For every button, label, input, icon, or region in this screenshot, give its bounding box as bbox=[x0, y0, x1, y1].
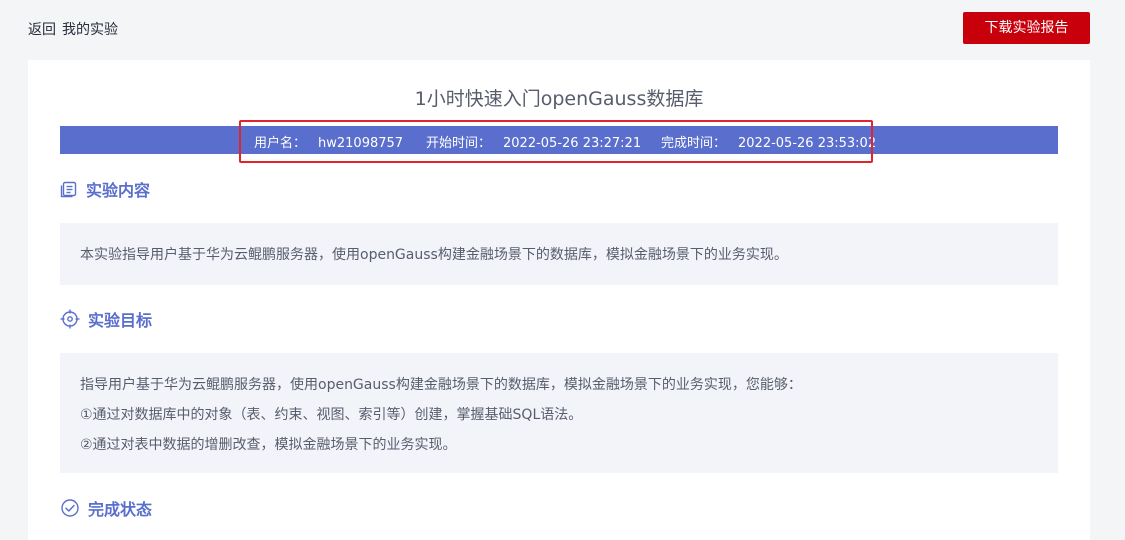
lab-report-card: 1小时快速入门openGauss数据库 用户名： hw21098757 开始时间：… bbox=[28, 60, 1090, 540]
end-time-value: 2022-05-26 23:53:02 bbox=[738, 136, 877, 151]
section-goal-heading: 实验目标 bbox=[60, 308, 152, 330]
goal-line: ①通过对数据库中的对象（表、约束、视图、索引等）创建，掌握基础SQL语法。 bbox=[80, 407, 583, 423]
lab-title: 1小时快速入门openGauss数据库 bbox=[414, 88, 704, 110]
document-icon bbox=[60, 180, 78, 198]
section-content-body: 本实验指导用户基于华为云鲲鹏服务器，使用openGauss构建金融场景下的数据库… bbox=[60, 223, 1058, 285]
goal-line: 指导用户基于华为云鲲鹏服务器，使用openGauss构建金融场景下的数据库，模拟… bbox=[80, 377, 802, 393]
username-value: hw21098757 bbox=[318, 136, 404, 151]
section-status-title: 完成状态 bbox=[88, 500, 153, 519]
start-time-label: 开始时间： bbox=[426, 136, 492, 151]
section-goal-body: 指导用户基于华为云鲲鹏服务器，使用openGauss构建金融场景下的数据库，模拟… bbox=[60, 353, 1058, 473]
goal-line: ②通过对表中数据的增删改查，模拟金融场景下的业务实现。 bbox=[80, 437, 457, 453]
content-text: 本实验指导用户基于华为云鲲鹏服务器，使用openGauss构建金融场景下的数据库… bbox=[80, 247, 788, 263]
end-time-info: 完成时间： 2022-05-26 23:53:02 bbox=[661, 132, 876, 151]
section-content-heading: 实验内容 bbox=[60, 178, 150, 200]
lab-info-bar: 用户名： hw21098757 开始时间： 2022-05-26 23:27:21 … bbox=[60, 126, 1058, 154]
target-icon bbox=[60, 309, 80, 329]
download-report-button[interactable]: 下载实验报告 bbox=[963, 12, 1090, 44]
section-status-heading: 完成状态 bbox=[60, 497, 152, 519]
start-time-info: 开始时间： 2022-05-26 23:27:21 bbox=[426, 132, 641, 151]
back-link[interactable]: 返回 bbox=[28, 19, 56, 39]
section-content-title: 实验内容 bbox=[86, 181, 151, 200]
section-goal-title: 实验目标 bbox=[88, 311, 153, 330]
username-info: 用户名： hw21098757 bbox=[254, 132, 403, 151]
check-circle-icon bbox=[60, 498, 80, 518]
page-title: 我的实验 bbox=[62, 22, 118, 38]
end-time-label: 完成时间： bbox=[661, 136, 727, 151]
top-bar: 返回 我的实验 下载实验报告 bbox=[0, 0, 1125, 58]
start-time-value: 2022-05-26 23:27:21 bbox=[503, 136, 642, 151]
username-label: 用户名： bbox=[254, 136, 307, 151]
